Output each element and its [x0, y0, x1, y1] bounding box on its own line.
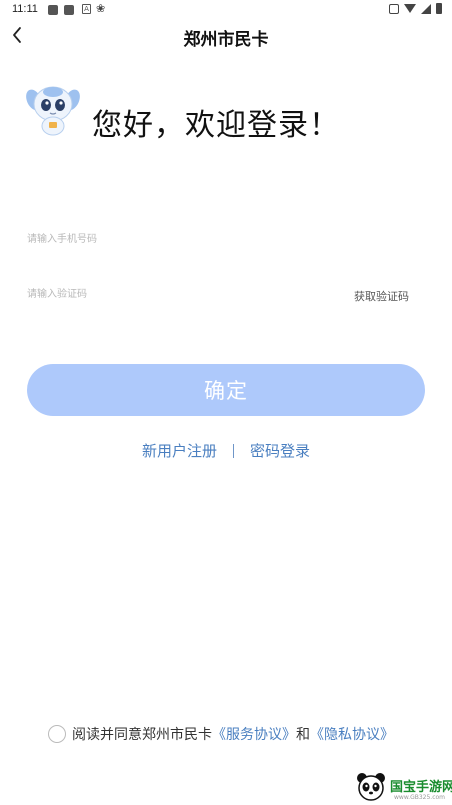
wifi-icon [404, 4, 416, 13]
register-link[interactable]: 新用户注册 [142, 440, 217, 461]
agreement-text: 阅读并同意郑州市民卡 [72, 727, 212, 743]
panda-logo-icon [357, 773, 385, 801]
app-notification-icon: A [82, 4, 91, 14]
notification-icon [48, 5, 58, 15]
debug-icon: ❀ [96, 2, 106, 15]
agreement-checkbox[interactable] [48, 725, 66, 743]
password-login-link[interactable]: 密码登录 [250, 440, 310, 461]
phone-field-wrapper [27, 224, 425, 254]
agreement-and: 和 [296, 727, 310, 743]
status-time: 11:11 [12, 3, 38, 15]
watermark: 国宝手游网 www.GB325.com [348, 770, 452, 805]
greeting-text: 您好，欢迎登录！ [92, 108, 340, 143]
divider [233, 443, 234, 458]
system-icons [389, 3, 442, 14]
get-code-button[interactable]: 获取验证码 [354, 288, 409, 304]
page-title: 郑州市民卡 [183, 30, 269, 50]
vibrate-icon [389, 3, 399, 14]
status-bar: 11:11 A ❀ [0, 0, 452, 20]
privacy-agreement-link[interactable]: 《隐私协议》 [310, 724, 394, 744]
agreement-row: 阅读并同意郑州市民卡 《服务协议》 和 《隐私协议》 [48, 724, 394, 744]
confirm-button[interactable]: 确定 [27, 364, 425, 416]
notification-icon [64, 5, 74, 15]
mascot-avatar [26, 82, 80, 136]
signal-icon [421, 3, 431, 14]
login-options: 新用户注册 密码登录 [0, 440, 452, 461]
phone-input[interactable] [27, 224, 425, 254]
watermark-text: 国宝手游网 [390, 780, 452, 795]
battery-icon [436, 3, 442, 14]
service-agreement-link[interactable]: 《服务协议》 [212, 724, 296, 744]
watermark-url: www.GB325.com [394, 794, 446, 801]
